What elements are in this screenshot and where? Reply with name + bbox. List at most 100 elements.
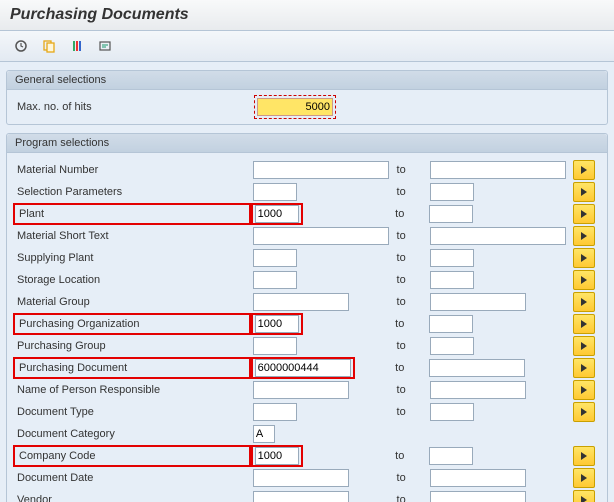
selection-row-material-short-text: Material Short Text to <box>13 225 601 247</box>
document-category-from-input[interactable] <box>253 425 275 443</box>
company-code-label: Company Code <box>13 445 251 467</box>
toolbar <box>0 31 614 62</box>
plant-multiple-selection-button[interactable] <box>573 204 595 224</box>
purchasing-organization-multiple-selection-button[interactable] <box>573 314 595 334</box>
program-selections-header: Program selections <box>7 134 607 153</box>
vendor-label: Vendor <box>13 489 253 502</box>
document-date-from-input[interactable] <box>253 469 349 487</box>
purchasing-organization-to-label: to <box>389 318 404 330</box>
arrow-right-icon <box>581 342 587 350</box>
supplying-plant-multiple-selection-button[interactable] <box>573 248 595 268</box>
selection-row-document-type: Document Type to <box>13 401 601 423</box>
document-date-to-input[interactable] <box>430 469 526 487</box>
person-responsible-to-label: to <box>391 384 406 396</box>
selection-parameters-multiple-selection-button[interactable] <box>573 182 595 202</box>
purchasing-document-from-input[interactable] <box>255 359 351 377</box>
selection-row-plant: Plantto <box>13 203 601 225</box>
material-number-from-input[interactable] <box>253 161 389 179</box>
document-date-to-label: to <box>391 472 406 484</box>
company-code-to-input[interactable] <box>429 447 473 465</box>
selection-parameters-from-input[interactable] <box>253 183 297 201</box>
arrow-right-icon <box>581 408 587 416</box>
storage-location-to-label: to <box>391 274 406 286</box>
arrow-right-icon <box>581 254 587 262</box>
material-group-multiple-selection-button[interactable] <box>573 292 595 312</box>
purchasing-document-label: Purchasing Document <box>13 357 251 379</box>
arrow-right-icon <box>581 188 587 196</box>
purchasing-document-to-label: to <box>389 362 404 374</box>
purchasing-organization-from-input[interactable] <box>255 315 299 333</box>
dynamic-selections-button[interactable] <box>94 36 116 56</box>
purchasing-group-multiple-selection-button[interactable] <box>573 336 595 356</box>
storage-location-from-input[interactable] <box>253 271 297 289</box>
arrow-right-icon <box>581 210 587 218</box>
supplying-plant-from-input[interactable] <box>253 249 297 267</box>
max-hits-label: Max. no. of hits <box>13 96 257 118</box>
purchasing-group-label: Purchasing Group <box>13 335 253 357</box>
storage-location-label: Storage Location <box>13 269 253 291</box>
material-group-to-label: to <box>391 296 406 308</box>
document-date-multiple-selection-button[interactable] <box>573 468 595 488</box>
selection-row-vendor: Vendor to <box>13 489 601 502</box>
purchasing-document-multiple-selection-button[interactable] <box>573 358 595 378</box>
document-type-to-input[interactable] <box>430 403 474 421</box>
selection-parameters-to-input[interactable] <box>430 183 474 201</box>
purchasing-organization-label: Purchasing Organization <box>13 313 251 335</box>
document-type-from-input[interactable] <box>253 403 297 421</box>
material-number-to-input[interactable] <box>430 161 566 179</box>
person-responsible-multiple-selection-button[interactable] <box>573 380 595 400</box>
plant-to-input[interactable] <box>429 205 473 223</box>
company-code-from-input[interactable] <box>255 447 299 465</box>
page-title: Purchasing Documents <box>0 0 614 31</box>
material-short-text-to-input[interactable] <box>430 227 566 245</box>
document-type-label: Document Type <box>13 401 253 423</box>
material-number-multiple-selection-button[interactable] <box>573 160 595 180</box>
person-responsible-label: Name of Person Responsible <box>13 379 253 401</box>
vendor-to-label: to <box>391 494 406 502</box>
arrow-right-icon <box>581 232 587 240</box>
company-code-to-label: to <box>389 450 404 462</box>
storage-location-multiple-selection-button[interactable] <box>573 270 595 290</box>
general-selections-header: General selections <box>7 71 607 90</box>
execute-button[interactable] <box>10 36 32 56</box>
person-responsible-to-input[interactable] <box>430 381 526 399</box>
person-responsible-from-input[interactable] <box>253 381 349 399</box>
arrow-right-icon <box>581 298 587 306</box>
document-date-label: Document Date <box>13 467 253 489</box>
material-group-from-input[interactable] <box>253 293 349 311</box>
material-short-text-from-input[interactable] <box>253 227 389 245</box>
material-short-text-multiple-selection-button[interactable] <box>573 226 595 246</box>
vendor-multiple-selection-button[interactable] <box>573 490 595 502</box>
document-type-multiple-selection-button[interactable] <box>573 402 595 422</box>
selection-row-storage-location: Storage Location to <box>13 269 601 291</box>
material-group-label: Material Group <box>13 291 253 313</box>
selection-row-selection-parameters: Selection Parametersto <box>13 181 601 203</box>
purchasing-group-from-input[interactable] <box>253 337 297 355</box>
plant-to-label: to <box>389 208 404 220</box>
storage-location-to-input[interactable] <box>430 271 474 289</box>
get-variant-button[interactable] <box>38 36 60 56</box>
vendor-from-input[interactable] <box>253 491 349 502</box>
document-category-label: Document Category <box>13 423 253 445</box>
vendor-to-input[interactable] <box>430 491 526 502</box>
material-short-text-label: Material Short Text <box>13 225 253 247</box>
selection-row-material-number: Material Numberto <box>13 159 601 181</box>
general-selections-panel: General selections Max. no. of hits <box>6 70 608 125</box>
selection-row-purchasing-group: Purchasing Groupto <box>13 335 601 357</box>
arrow-right-icon <box>581 276 587 284</box>
status-button[interactable] <box>66 36 88 56</box>
plant-from-input[interactable] <box>255 205 299 223</box>
arrow-right-icon <box>581 364 587 372</box>
material-short-text-to-label: to <box>391 230 406 242</box>
purchasing-organization-to-input[interactable] <box>429 315 473 333</box>
document-type-to-label: to <box>391 406 406 418</box>
selection-row-person-responsible: Name of Person Responsible to <box>13 379 601 401</box>
arrow-right-icon <box>581 320 587 328</box>
supplying-plant-to-input[interactable] <box>430 249 474 267</box>
program-selections-panel: Program selections Material NumbertoSele… <box>6 133 608 502</box>
purchasing-group-to-input[interactable] <box>430 337 474 355</box>
material-group-to-input[interactable] <box>430 293 526 311</box>
company-code-multiple-selection-button[interactable] <box>573 446 595 466</box>
max-hits-input[interactable] <box>257 98 333 116</box>
purchasing-document-to-input[interactable] <box>429 359 525 377</box>
